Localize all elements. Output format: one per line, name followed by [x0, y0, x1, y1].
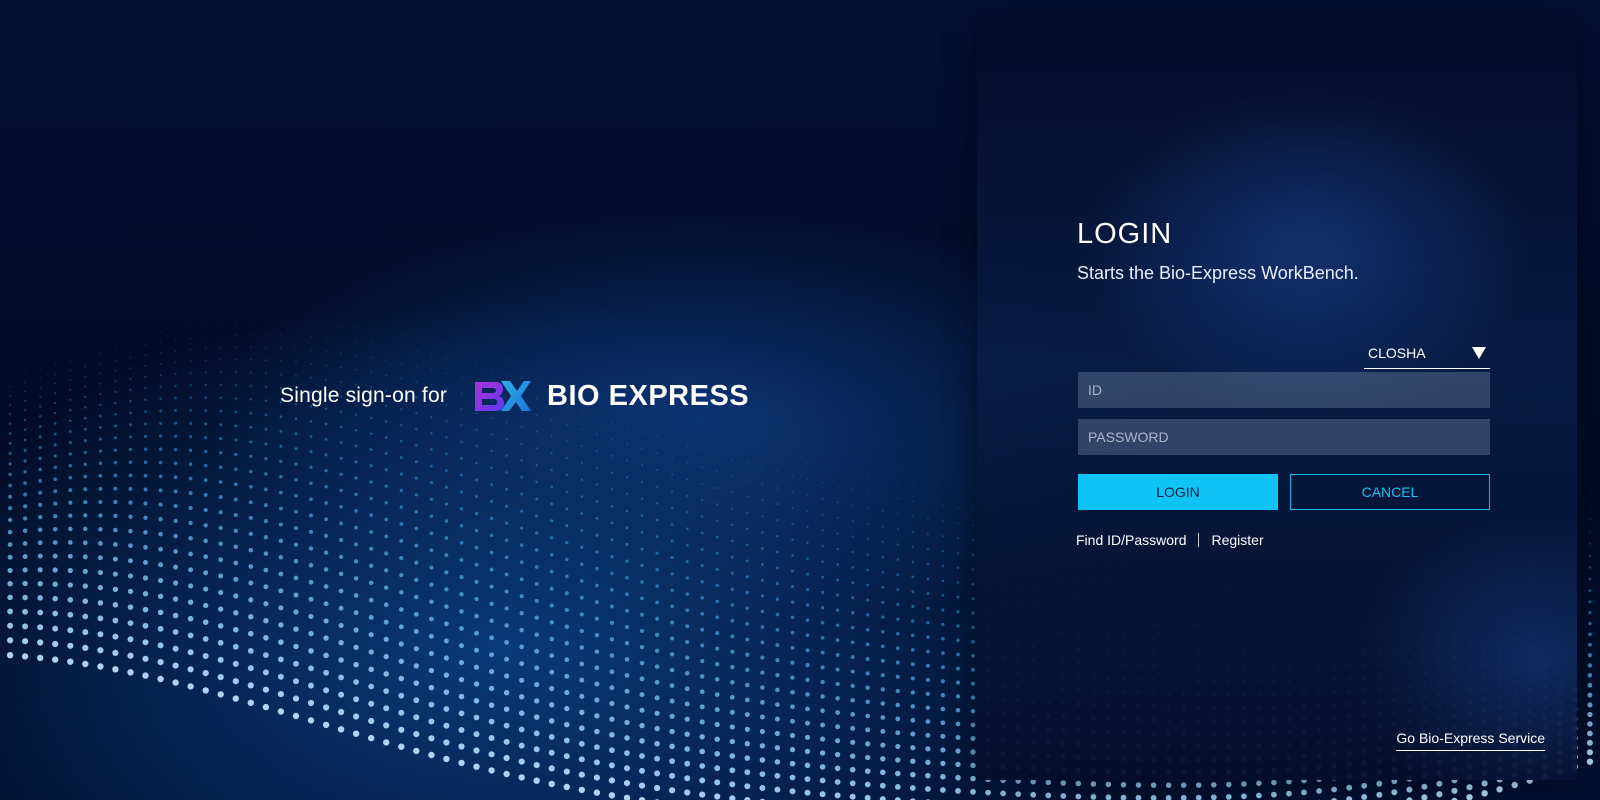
service-select[interactable]: CLOSHA	[1364, 338, 1490, 369]
brand-lockup: Single sign-on for BIO EXPRESS	[280, 376, 749, 416]
cancel-button[interactable]: CANCEL	[1290, 474, 1490, 510]
triangle-down-icon	[1472, 347, 1486, 359]
find-id-password-link[interactable]: Find ID/Password	[1076, 532, 1186, 548]
id-input[interactable]	[1078, 372, 1490, 408]
bio-express-logo-icon	[475, 381, 532, 411]
go-bio-express-service-link[interactable]: Go Bio-Express Service	[1396, 730, 1545, 751]
login-button[interactable]: LOGIN	[1078, 474, 1278, 510]
password-input[interactable]	[1078, 419, 1490, 455]
account-links: Find ID/Password Register	[1076, 532, 1264, 548]
service-select-value: CLOSHA	[1368, 345, 1426, 361]
login-panel: LOGIN Starts the Bio-Express WorkBench. …	[977, 20, 1577, 780]
brand-name: BIO EXPRESS	[547, 379, 750, 412]
login-page: Single sign-on for BIO EXPRESS LOGIN Sta…	[0, 0, 1600, 800]
register-link[interactable]: Register	[1211, 532, 1263, 548]
login-subtitle: Starts the Bio-Express WorkBench.	[1077, 263, 1359, 283]
brand-prefix: Single sign-on for	[280, 384, 448, 407]
link-divider	[1198, 533, 1200, 547]
login-title: LOGIN	[1077, 218, 1173, 250]
